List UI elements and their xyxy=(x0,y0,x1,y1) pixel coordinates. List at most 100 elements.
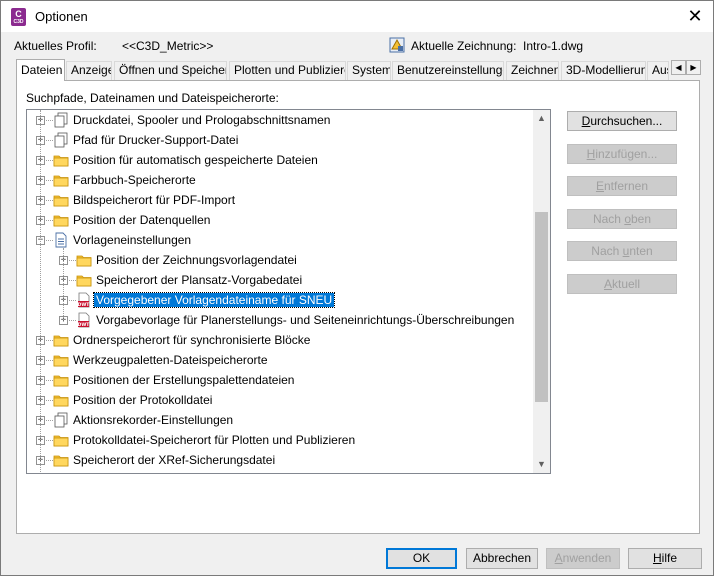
tab-scroll-left-button[interactable]: ◀ xyxy=(671,60,686,75)
folder-icon xyxy=(53,332,69,348)
durchsuchen-label: Durchsuchen... xyxy=(581,114,663,128)
svg-text:DWT: DWT xyxy=(78,302,91,308)
scroll-up-button[interactable]: ▲ xyxy=(533,110,550,127)
folder-icon xyxy=(53,352,69,368)
tab-plotten-publizieren[interactable]: Plotten und Publizieren xyxy=(229,61,346,80)
hinzufuegen-button[interactable]: Hinzufügen... xyxy=(567,144,677,164)
entfernen-label: Entfernen xyxy=(595,179,649,193)
tab-anzeige[interactable]: Anzeige xyxy=(66,61,112,80)
tree-item[interactable]: + Protokolldatei-Speicherort für Plotten … xyxy=(27,430,532,450)
tree-connector xyxy=(69,260,76,261)
dwt-file-icon: DWT xyxy=(76,312,92,328)
tree-connector xyxy=(46,440,53,441)
tree-item[interactable]: + Bildspeicherort für PDF-Import xyxy=(27,190,532,210)
files-icon xyxy=(53,112,69,128)
svg-text:DWT: DWT xyxy=(78,322,91,328)
tree-item[interactable]: + Werkzeugpaletten-Dateispeicherorte xyxy=(27,350,532,370)
tab-system[interactable]: System xyxy=(347,61,391,80)
tree-item-label: Druckdatei, Spooler und Prologabschnitts… xyxy=(73,113,331,127)
tab-auswahl[interactable]: Aus xyxy=(647,61,669,80)
tree-item[interactable]: + Position der Zeichnungsvorlagendatei xyxy=(27,250,532,270)
tree-item-label: Speicherort der XRef-Sicherungsdatei xyxy=(73,453,276,467)
tab-oeffnen-speichern[interactable]: Öffnen und Speichern xyxy=(114,61,227,80)
entfernen-button[interactable]: Entfernen xyxy=(567,176,677,196)
aktuell-button[interactable]: Aktuell xyxy=(567,274,677,294)
ok-button[interactable]: OK xyxy=(386,548,457,569)
tree-item[interactable]: + Position der Datenquellen xyxy=(27,210,532,230)
tree-item[interactable]: + DWT Vorgabevorlage für Planerstellungs- … xyxy=(27,310,532,330)
tab-zeichnen[interactable]: Zeichnen xyxy=(506,61,559,80)
tree-item-label: Position der Datenquellen xyxy=(73,213,211,227)
drawing-label: Aktuelle Zeichnung: xyxy=(411,39,517,53)
tree-item[interactable]: + Farbbuch-Speicherorte xyxy=(27,170,532,190)
scroll-down-button[interactable]: ▼ xyxy=(533,456,550,473)
tree-connector xyxy=(69,320,76,321)
abbrechen-button[interactable]: Abbrechen xyxy=(466,548,538,569)
tree-item[interactable]: − Vorlageneinstellungen xyxy=(27,230,532,250)
folder-icon xyxy=(76,252,92,268)
tree-guide-line xyxy=(40,110,41,472)
tree-item-label: Position der Zeichnungsvorlagendatei xyxy=(96,253,297,267)
tree-item[interactable]: + Position für automatisch gespeicherte D… xyxy=(27,150,532,170)
tree-guide-line xyxy=(63,248,64,320)
hilfe-button[interactable]: Hilfe xyxy=(628,548,702,569)
tree-item[interactable]: + Positionen der Erstellungspalettendatei… xyxy=(27,370,532,390)
nach-oben-button[interactable]: Nach oben xyxy=(567,209,677,229)
nach-unten-label: Nach unten xyxy=(591,244,653,258)
hinzufuegen-label: Hinzufügen... xyxy=(586,147,658,161)
anwenden-button[interactable]: Anwenden xyxy=(546,548,620,569)
folder-icon xyxy=(53,432,69,448)
tree-item-label: Speicherort der Plansatz-Vorgabedatei xyxy=(96,273,303,287)
civil3d-app-icon: C C3D xyxy=(11,8,26,26)
tree-connector xyxy=(46,200,53,201)
tree-item-label: Protokolldatei-Speicherort für Plotten u… xyxy=(73,433,356,447)
tree-item[interactable]: + Aktionsrekorder-Einstellungen xyxy=(27,410,532,430)
tree-item-label: Vorgegebener Vorlagendateiname für SNEU xyxy=(92,292,336,308)
tree-item[interactable]: + Position der Protokolldatei xyxy=(27,390,532,410)
title-bar[interactable]: C C3D Optionen ✕ xyxy=(1,1,713,32)
tree-item[interactable]: + Speicherort der Plansatz-Vorgabedatei xyxy=(27,270,532,290)
dwt-file-icon: DWT xyxy=(76,292,92,308)
tab-strip: Dateien Anzeige Öffnen und Speichern Plo… xyxy=(16,59,701,81)
paths-label: Suchpfade, Dateinamen und Dateispeichero… xyxy=(26,91,279,105)
folder-icon xyxy=(53,392,69,408)
tree-item-label: Aktionsrekorder-Einstellungen xyxy=(73,413,234,427)
options-dialog: C C3D Optionen ✕ Aktuelles Profil: <<C3D… xyxy=(0,0,714,576)
tree-item-label: Werkzeugpaletten-Dateispeicherorte xyxy=(73,353,268,367)
durchsuchen-button[interactable]: Durchsuchen... xyxy=(567,111,677,131)
tree-connector xyxy=(46,360,53,361)
folder-icon xyxy=(76,272,92,288)
tab-dateien[interactable]: Dateien xyxy=(16,59,65,81)
tree-item[interactable]: + Ordnerspeicherort für synchronisierte B… xyxy=(27,330,532,350)
tree-item[interactable]: + Pfad für Drucker-Support-Datei xyxy=(27,130,532,150)
folder-icon xyxy=(53,192,69,208)
close-button[interactable]: ✕ xyxy=(685,6,705,26)
tree-connector xyxy=(46,400,53,401)
nach-unten-button[interactable]: Nach unten xyxy=(567,241,677,261)
folder-icon xyxy=(53,452,69,468)
tab-3d-modellierung[interactable]: 3D-Modellierung xyxy=(561,61,646,80)
paths-tree[interactable]: ▲ ▼ + Druckdatei, Spooler und Prologabsch… xyxy=(26,109,551,474)
app-icon-letter: C xyxy=(15,9,22,19)
tree-item-label: Bildspeicherort für PDF-Import xyxy=(73,193,236,207)
tab-scroll-right-button[interactable]: ▶ xyxy=(686,60,701,75)
document-icon xyxy=(53,232,69,248)
tree-item[interactable]: + Druckdatei, Spooler und Prologabschnitt… xyxy=(27,110,532,130)
tree-scrollbar[interactable]: ▲ ▼ xyxy=(533,110,550,473)
tree-connector xyxy=(46,460,53,461)
nach-oben-label: Nach oben xyxy=(592,212,652,226)
tree-connector xyxy=(46,420,53,421)
tree-item-label: Position der Protokolldatei xyxy=(73,393,213,407)
scroll-thumb[interactable] xyxy=(535,212,548,402)
tree-item-label: Position für automatisch gespeicherte Da… xyxy=(73,153,318,167)
tree-connector xyxy=(46,180,53,181)
tree-connector xyxy=(69,300,76,301)
tree-item-label: Vorgabevorlage für Planerstellungs- und … xyxy=(96,313,515,327)
tree-connector xyxy=(46,220,53,221)
tree-item[interactable]: + Speicherort der XRef-Sicherungsdatei xyxy=(27,450,532,470)
folder-icon xyxy=(53,212,69,228)
drawing-icon xyxy=(389,37,405,53)
tab-benutzereinstellungen[interactable]: Benutzereinstellungen xyxy=(392,61,504,80)
tree-item[interactable]: + DWT Vorgegebener Vorlagendateiname für S… xyxy=(27,290,532,310)
tab-panel-dateien: Suchpfade, Dateinamen und Dateispeichero… xyxy=(16,80,700,534)
